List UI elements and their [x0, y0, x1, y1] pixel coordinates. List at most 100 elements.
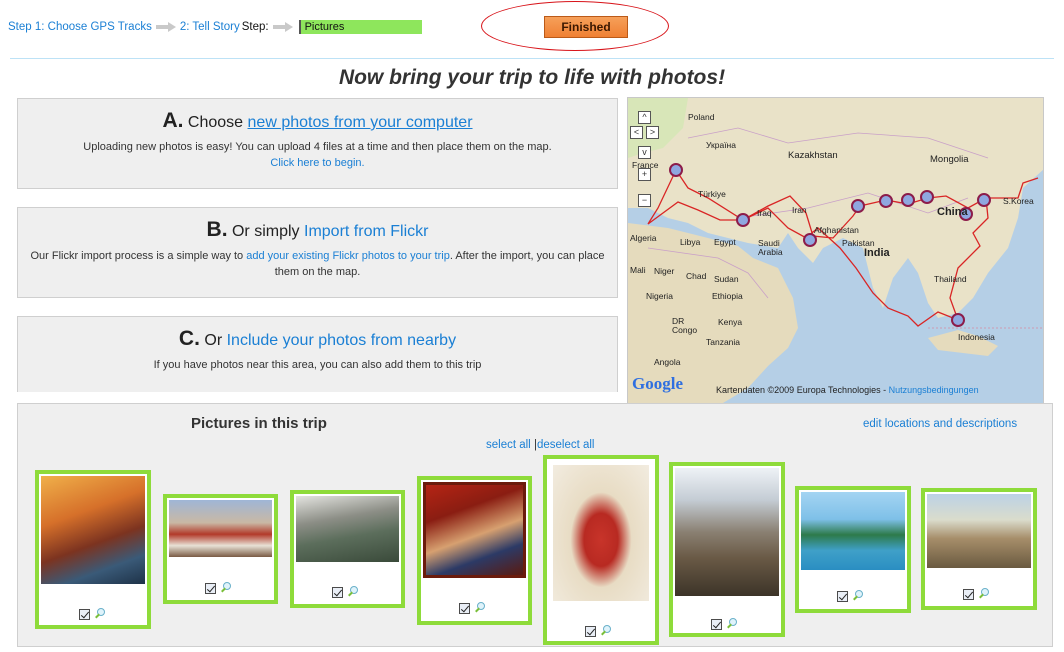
- map-label-turkey: Türkiye: [698, 189, 726, 199]
- photo-thumbnail[interactable]: [927, 494, 1031, 568]
- click-here-to-begin-link[interactable]: Click here to begin.: [270, 157, 364, 169]
- map-label-algeria: Algeria: [630, 233, 657, 243]
- photo-select-checkbox[interactable]: [711, 619, 722, 630]
- photo-card[interactable]: [795, 486, 911, 613]
- option-a-title: A. Choose new photos from your computer: [18, 109, 617, 133]
- map-label-chad: Chad: [686, 271, 707, 281]
- photo-card[interactable]: [163, 494, 278, 604]
- zoom-icon[interactable]: [93, 608, 106, 621]
- map-waypoint-marker[interactable]: [977, 193, 991, 207]
- photo-select-checkbox[interactable]: [332, 587, 343, 598]
- map-label-india: India: [864, 247, 890, 259]
- map-waypoint-marker[interactable]: [803, 233, 817, 247]
- map-label-nigeria: Nigeria: [646, 291, 673, 301]
- zoom-icon[interactable]: [851, 590, 864, 603]
- photo-select-checkbox[interactable]: [837, 591, 848, 602]
- photo-card[interactable]: [669, 462, 785, 637]
- option-import-flickr: B. Or simply Import from Flickr Our Flic…: [17, 207, 618, 298]
- map-label-indonesia: Indonesia: [958, 332, 995, 342]
- zoom-icon[interactable]: [977, 588, 990, 601]
- map-label-libya: Libya: [680, 237, 701, 247]
- step-arrow-icon: [272, 22, 293, 32]
- zoom-icon[interactable]: [473, 602, 486, 615]
- map-label-iran: Iran: [792, 205, 807, 215]
- map-label-afghanistan: Afghanistan: [814, 225, 859, 235]
- photo-thumbnail[interactable]: [553, 465, 649, 601]
- pictures-section-title: Pictures in this trip: [191, 415, 327, 432]
- map-copyright: Kartendaten ©2009 Europa Technologies - …: [716, 385, 979, 395]
- photo-select-checkbox[interactable]: [585, 626, 596, 637]
- option-a-letter: A.: [162, 109, 184, 132]
- photo-thumbnail[interactable]: [675, 468, 779, 596]
- select-all-link[interactable]: select all: [486, 439, 531, 451]
- divider: [10, 58, 1054, 59]
- option-c-description: If you have photos near this area, you c…: [153, 359, 482, 371]
- new-photos-from-computer-link[interactable]: new photos from your computer: [248, 114, 473, 131]
- photo-card[interactable]: [417, 476, 532, 625]
- map-label-china: China: [937, 206, 968, 218]
- pan-down-icon[interactable]: v: [638, 146, 651, 159]
- map-waypoint-marker[interactable]: [901, 193, 915, 207]
- map-waypoint-marker[interactable]: [951, 313, 965, 327]
- map-waypoint-marker[interactable]: [851, 199, 865, 213]
- edit-locations-link[interactable]: edit locations and descriptions: [863, 418, 1017, 430]
- option-b-description: Our Flickr import process is a simple wa…: [18, 248, 617, 280]
- step-choose-gps-tracks[interactable]: Step 1: Choose GPS Tracks: [8, 21, 152, 33]
- option-upload-from-computer: A. Choose new photos from your computer …: [17, 98, 618, 189]
- photo-select-checkbox[interactable]: [459, 603, 470, 614]
- photo-thumbnail[interactable]: [41, 476, 145, 584]
- deselect-all-link[interactable]: deselect all: [537, 439, 595, 451]
- photo-thumbnail[interactable]: [423, 482, 526, 578]
- map-canvas: [628, 98, 1043, 404]
- photo-thumbnail[interactable]: [169, 500, 272, 557]
- finished-button[interactable]: Finished: [544, 16, 628, 38]
- map-waypoint-marker[interactable]: [669, 163, 683, 177]
- photo-select-checkbox[interactable]: [205, 583, 216, 594]
- step-current-label: Step:: [241, 21, 269, 33]
- map-waypoint-marker[interactable]: [920, 190, 934, 204]
- zoom-icon[interactable]: [725, 618, 738, 631]
- photo-card[interactable]: [543, 455, 659, 645]
- zoom-icon[interactable]: [599, 625, 612, 638]
- zoom-icon[interactable]: [219, 582, 232, 595]
- add-existing-flickr-photos-link[interactable]: add your existing Flickr photos to your …: [246, 250, 450, 262]
- photo-card[interactable]: [290, 490, 405, 608]
- pan-left-icon[interactable]: <: [630, 126, 643, 139]
- step-arrow-icon: [155, 22, 176, 32]
- photo-card[interactable]: [921, 488, 1037, 610]
- option-c-title: C. Or Include your photos from nearby: [18, 327, 617, 351]
- option-b-letter: B.: [206, 218, 228, 241]
- map-label-iraq: Iraq: [757, 208, 772, 218]
- map-copyright-text: Kartendaten ©2009 Europa Technologies -: [716, 385, 887, 395]
- option-a-description: Uploading new photos is easy! You can up…: [18, 139, 617, 171]
- option-a-desc-text: Uploading new photos is easy! You can up…: [83, 141, 552, 153]
- map-waypoint-marker[interactable]: [736, 213, 750, 227]
- pan-right-icon[interactable]: >: [646, 126, 659, 139]
- zoom-out-button[interactable]: −: [638, 194, 651, 207]
- option-a-prefix: Choose: [187, 114, 244, 131]
- map-label-dr-congo: DR Congo: [672, 316, 698, 335]
- option-include-nearby: C. Or Include your photos from nearby If…: [17, 316, 618, 392]
- photo-thumbnail[interactable]: [296, 496, 399, 562]
- import-from-flickr-link[interactable]: Import from Flickr: [304, 223, 428, 240]
- map-waypoint-marker[interactable]: [879, 194, 893, 208]
- pan-up-icon[interactable]: ^: [638, 111, 651, 124]
- page-title: Now bring your trip to life with photos!: [338, 66, 726, 89]
- option-b-desc-before: Our Flickr import process is a simple wa…: [30, 250, 244, 262]
- photo-thumbnail[interactable]: [801, 492, 905, 570]
- photo-select-checkbox[interactable]: [963, 589, 974, 600]
- photo-select-checkbox[interactable]: [79, 609, 90, 620]
- map-label-kenya: Kenya: [718, 317, 743, 327]
- map-terms-link[interactable]: Nutzungsbedingungen: [889, 385, 979, 395]
- photo-card[interactable]: [35, 470, 151, 629]
- map-label-angola: Angola: [654, 357, 681, 367]
- option-c-letter: C.: [178, 327, 200, 350]
- trip-map[interactable]: ^ < > v + − Poland Україна Kazakhstan Mo…: [627, 97, 1044, 405]
- map-label-mongolia: Mongolia: [930, 154, 969, 165]
- map-label-egypt: Egypt: [714, 237, 736, 247]
- select-links: select all |deselect all: [486, 439, 595, 451]
- include-photos-nearby-link[interactable]: Include your photos from nearby: [227, 332, 456, 349]
- map-label-france: France: [632, 160, 659, 170]
- step-tell-story[interactable]: 2: Tell Story: [180, 21, 240, 33]
- zoom-icon[interactable]: [346, 586, 359, 599]
